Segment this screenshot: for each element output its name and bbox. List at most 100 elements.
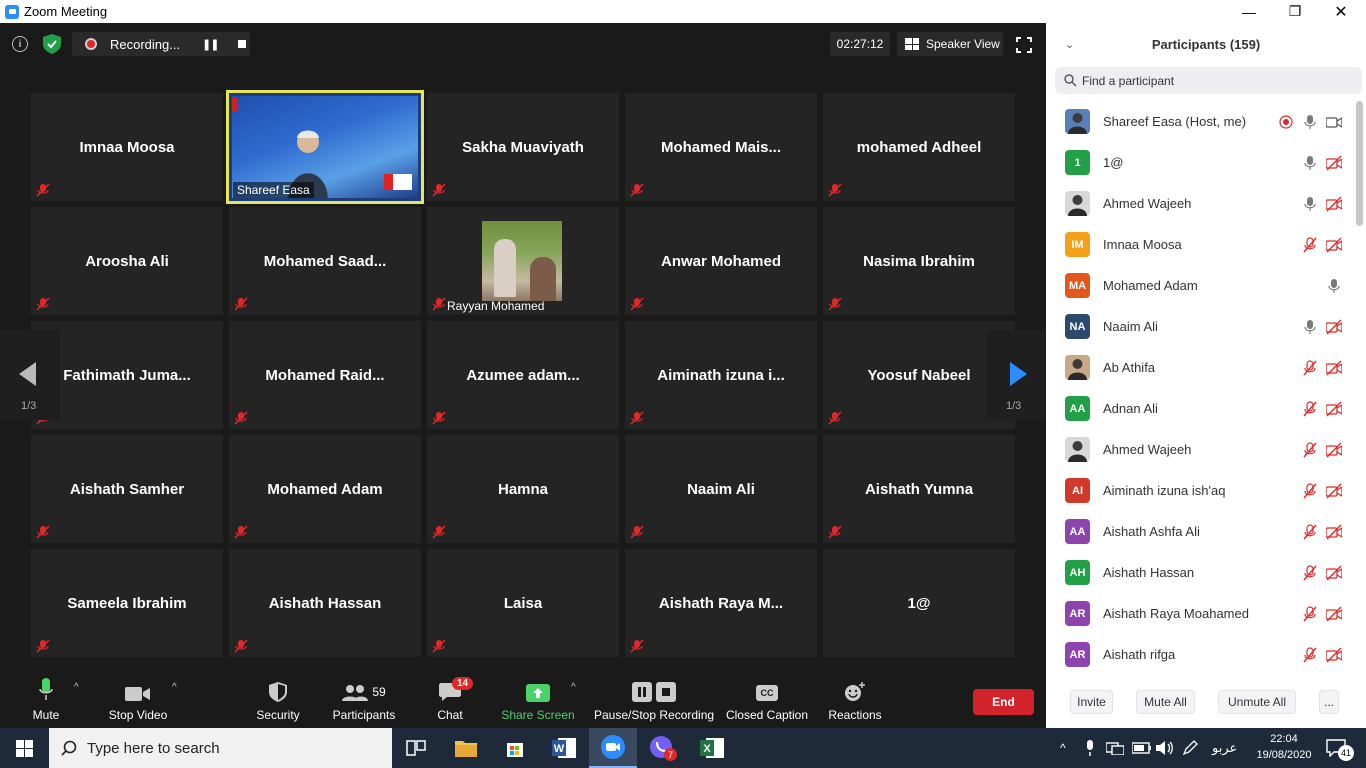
- video-tile[interactable]: Mohamed Saad...: [229, 207, 421, 315]
- video-tile[interactable]: Mohamed Raid...: [229, 321, 421, 429]
- video-tile[interactable]: Anwar Mohamed: [625, 207, 817, 315]
- video-off-icon[interactable]: [1325, 401, 1343, 417]
- stop-video-button[interactable]: Stop Video: [106, 672, 170, 728]
- video-tile[interactable]: Imnaa Moosa: [31, 93, 223, 201]
- video-tile[interactable]: Nasima Ibrahim: [823, 207, 1015, 315]
- stop-recording-icon[interactable]: [238, 40, 247, 48]
- video-off-icon[interactable]: [1325, 565, 1343, 581]
- participant-row[interactable]: AH Aishath Hassan: [1046, 552, 1354, 593]
- unmute-all-button[interactable]: Unmute All: [1218, 690, 1296, 714]
- video-tile[interactable]: Aiminath izuna i...: [625, 321, 817, 429]
- participant-row[interactable]: AR Aishath rifga: [1046, 634, 1354, 675]
- end-meeting-button[interactable]: End: [973, 689, 1034, 715]
- video-tile[interactable]: Hamna: [427, 435, 619, 543]
- video-tile[interactable]: Aishath Raya M...: [625, 549, 817, 657]
- viber-icon[interactable]: 7: [638, 728, 686, 768]
- video-off-icon[interactable]: [1325, 524, 1343, 540]
- muted-mic-icon[interactable]: [1302, 236, 1318, 253]
- muted-mic-icon[interactable]: [1302, 482, 1318, 499]
- muted-mic-icon[interactable]: [1302, 441, 1318, 458]
- muted-mic-icon[interactable]: [1302, 523, 1318, 540]
- tray-pen-icon[interactable]: [1182, 728, 1198, 768]
- participant-search-input[interactable]: [1082, 73, 1342, 88]
- participant-row[interactable]: MA Mohamed Adam: [1046, 265, 1354, 306]
- muted-mic-icon[interactable]: [1302, 359, 1318, 376]
- video-camera-icon[interactable]: [1325, 114, 1343, 130]
- video-off-icon[interactable]: [1325, 237, 1343, 253]
- participants-button[interactable]: 59 Participants: [330, 672, 398, 728]
- video-tile[interactable]: Rayyan Mohamed: [427, 207, 619, 315]
- security-button[interactable]: Security: [254, 672, 302, 728]
- previous-page-button[interactable]: 1/3: [0, 330, 60, 420]
- tray-network-icon[interactable]: [1106, 728, 1124, 768]
- taskbar-search[interactable]: Type here to search: [49, 728, 392, 768]
- participant-row[interactable]: AA Aishath Ashfa Ali: [1046, 511, 1354, 552]
- audio-options-caret-icon[interactable]: ^: [74, 682, 79, 693]
- video-tile[interactable]: Sakha Muaviyath: [427, 93, 619, 201]
- participant-row[interactable]: AR Aishath Raya Moahamed: [1046, 593, 1354, 634]
- participant-row[interactable]: Ahmed Wajeeh: [1046, 429, 1354, 470]
- pause-recording-icon[interactable]: ❚❚: [202, 38, 219, 51]
- video-tile[interactable]: mohamed Adheel: [823, 93, 1015, 201]
- video-tile[interactable]: Naaim Ali: [625, 435, 817, 543]
- video-off-icon[interactable]: [1325, 647, 1343, 663]
- notification-center-icon[interactable]: 41: [1326, 739, 1356, 761]
- invite-button[interactable]: Invite: [1070, 690, 1113, 714]
- microsoft-excel-icon[interactable]: X: [688, 728, 736, 768]
- video-off-icon[interactable]: [1325, 606, 1343, 622]
- muted-mic-icon[interactable]: [1302, 400, 1318, 417]
- minimize-button[interactable]: —: [1226, 0, 1272, 23]
- participant-row[interactable]: AI Aiminath izuna ish'aq: [1046, 470, 1354, 511]
- tray-language-indicator[interactable]: عربو: [1212, 728, 1237, 768]
- taskbar-clock[interactable]: 22:04 19/08/2020: [1254, 731, 1314, 763]
- microphone-icon[interactable]: [1326, 278, 1342, 294]
- video-tile[interactable]: Aishath Yumna: [823, 435, 1015, 543]
- close-button[interactable]: ✕: [1318, 0, 1364, 23]
- participant-row[interactable]: IM Imnaa Moosa: [1046, 224, 1354, 265]
- next-page-button[interactable]: 1/3: [986, 330, 1046, 420]
- video-tile[interactable]: 1@: [823, 549, 1015, 657]
- mute-button[interactable]: Mute: [28, 672, 64, 728]
- video-tile[interactable]: Mohamed Mais...: [625, 93, 817, 201]
- participant-row[interactable]: Shareef Easa (Host, me): [1046, 101, 1354, 142]
- video-options-caret-icon[interactable]: ^: [172, 682, 177, 693]
- muted-mic-icon[interactable]: [1302, 564, 1318, 581]
- windows-start-icon[interactable]: [16, 740, 33, 757]
- participant-row[interactable]: Ab Athifa: [1046, 347, 1354, 388]
- video-tile[interactable]: Azumee adam...: [427, 321, 619, 429]
- participant-row[interactable]: NA Naaim Ali: [1046, 306, 1354, 347]
- video-tile[interactable]: Laisa: [427, 549, 619, 657]
- more-options-button[interactable]: ...: [1319, 690, 1339, 714]
- muted-mic-icon[interactable]: [1302, 605, 1318, 622]
- tray-microphone-icon[interactable]: [1085, 728, 1095, 768]
- video-tile[interactable]: Aishath Hassan: [229, 549, 421, 657]
- video-off-icon[interactable]: [1325, 155, 1343, 171]
- mute-all-button[interactable]: Mute All: [1136, 690, 1195, 714]
- file-explorer-icon[interactable]: [442, 728, 490, 768]
- participant-search[interactable]: [1055, 67, 1362, 94]
- video-off-icon[interactable]: [1325, 319, 1343, 335]
- video-tile[interactable]: Aroosha Ali: [31, 207, 223, 315]
- participant-row[interactable]: Ahmed Wajeeh: [1046, 183, 1354, 224]
- microphone-icon[interactable]: [1302, 155, 1318, 171]
- reactions-button[interactable]: Reactions: [826, 672, 884, 728]
- share-screen-button[interactable]: Share Screen: [501, 672, 575, 728]
- tray-battery-icon[interactable]: [1132, 728, 1152, 768]
- microsoft-word-icon[interactable]: W: [540, 728, 588, 768]
- encryption-shield-icon[interactable]: [43, 34, 61, 54]
- participant-list-scrollbar[interactable]: [1356, 101, 1363, 226]
- participant-row[interactable]: AA Adnan Ali: [1046, 388, 1354, 429]
- microphone-icon[interactable]: [1302, 196, 1318, 212]
- microphone-icon[interactable]: [1302, 114, 1318, 130]
- video-tile[interactable]: Mohamed Adam: [229, 435, 421, 543]
- video-off-icon[interactable]: [1325, 360, 1343, 376]
- speaker-view-button[interactable]: Speaker View: [897, 32, 1003, 56]
- microphone-icon[interactable]: [1302, 319, 1318, 335]
- microsoft-store-icon[interactable]: [491, 728, 539, 768]
- video-tile[interactable]: Shareef Easa: [226, 90, 424, 204]
- zoom-taskbar-icon[interactable]: [589, 728, 637, 768]
- tray-volume-icon[interactable]: [1156, 728, 1174, 768]
- video-tile[interactable]: Aishath Samher: [31, 435, 223, 543]
- restore-button[interactable]: ❐: [1272, 0, 1318, 23]
- fullscreen-icon[interactable]: [1016, 37, 1032, 53]
